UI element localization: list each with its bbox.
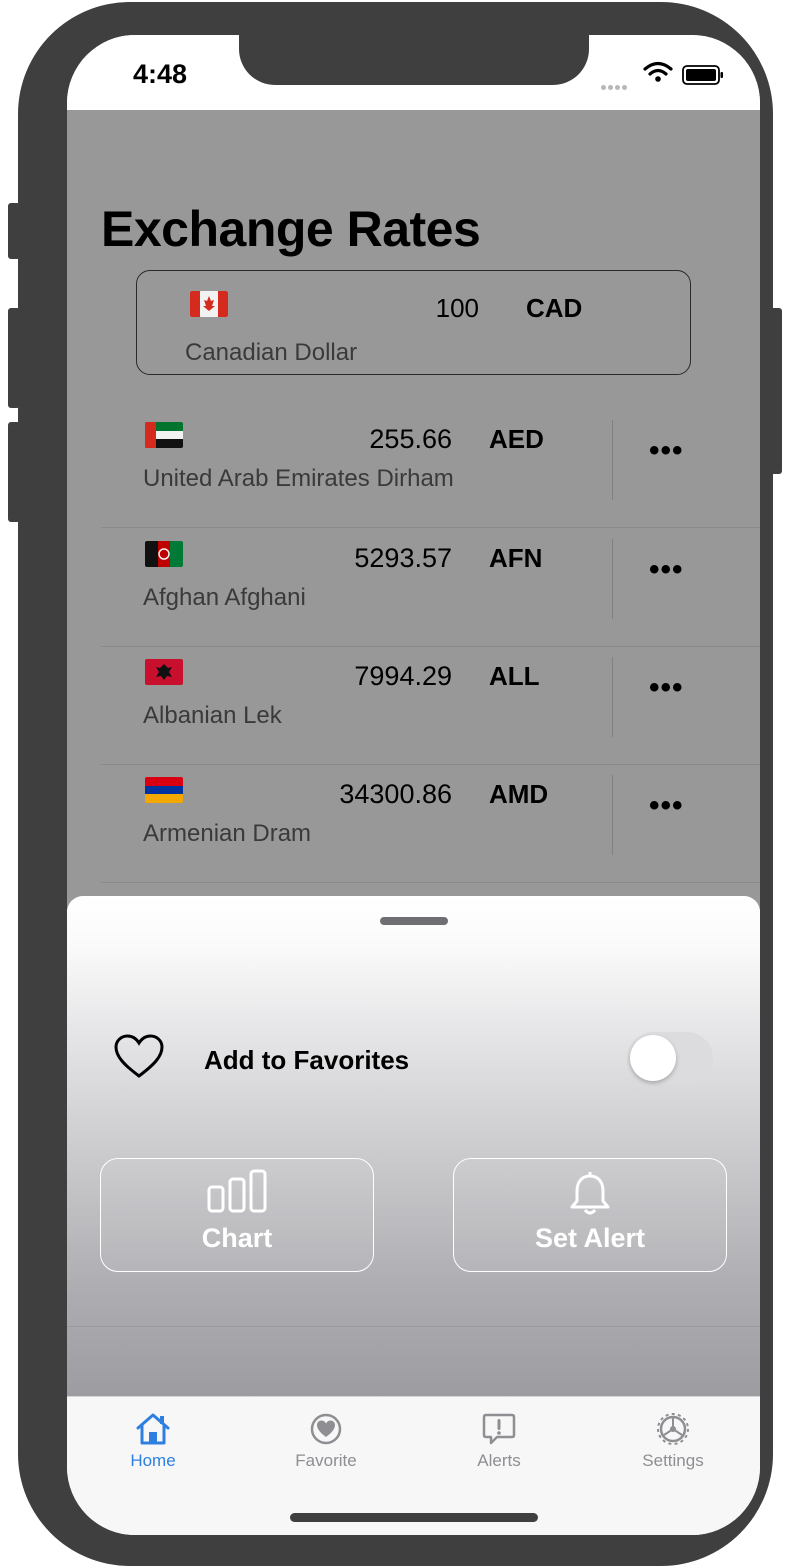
device-frame: Exchange Rates 100 CAD Canadian Dollar 2… — [18, 2, 773, 1566]
page-title: Exchange Rates — [101, 201, 481, 257]
set-alert-button-label: Set Alert — [534, 1223, 646, 1253]
more-options-button[interactable]: ••• — [649, 671, 684, 705]
tab-settings-label: Settings — [642, 1451, 704, 1470]
set-alert-button[interactable]: Set Alert — [453, 1158, 727, 1272]
row-divider — [612, 539, 613, 619]
chart-button[interactable]: Chart — [100, 1158, 374, 1272]
rate-code: AED — [489, 424, 544, 454]
uae-flag-icon — [145, 422, 183, 448]
rate-row-all[interactable]: 7994.29 ALL Albanian Lek ••• — [101, 647, 760, 765]
gear-icon — [613, 1411, 733, 1447]
status-bar: 4:48 — [67, 35, 760, 110]
albania-flag-icon — [145, 659, 183, 685]
wifi-icon — [643, 61, 673, 88]
more-options-button[interactable]: ••• — [649, 789, 684, 823]
bell-icon — [454, 1169, 726, 1222]
favorites-toggle[interactable] — [627, 1032, 713, 1084]
more-options-button[interactable]: ••• — [649, 434, 684, 468]
tab-alerts[interactable]: Alerts — [439, 1411, 559, 1471]
row-divider — [612, 657, 613, 737]
rate-name: Armenian Dram — [143, 820, 312, 847]
afghanistan-flag-icon — [145, 541, 183, 567]
more-options-button[interactable]: ••• — [649, 553, 684, 587]
rate-amount: 34300.86 — [339, 779, 452, 809]
chart-button-label: Chart — [201, 1223, 273, 1253]
rate-name: United Arab Emirates Dirham — [143, 465, 454, 492]
currency-options-sheet: Add to Favorites Chart Set Alert — [67, 896, 760, 1396]
favorites-label: Add to Favorites — [204, 1045, 410, 1075]
armenia-flag-icon — [145, 777, 183, 803]
base-currency-card[interactable]: 100 CAD Canadian Dollar — [136, 270, 691, 375]
toggle-knob — [630, 1035, 676, 1081]
base-currency-name: Canadian Dollar — [185, 339, 358, 366]
tab-alerts-label: Alerts — [477, 1451, 521, 1470]
rate-name: Afghan Afghani — [143, 584, 306, 611]
house-icon — [93, 1411, 213, 1447]
rate-name: Albanian Lek — [143, 702, 282, 729]
rate-amount: 255.66 — [369, 424, 452, 454]
sheet-grabber[interactable] — [380, 917, 448, 925]
home-indicator[interactable] — [290, 1513, 538, 1522]
tab-home[interactable]: Home — [93, 1411, 213, 1471]
notch — [239, 35, 589, 85]
rate-amount: 5293.57 — [354, 543, 452, 573]
sheet-separator — [67, 1326, 760, 1327]
tab-settings[interactable]: Settings — [613, 1411, 733, 1471]
rate-row-afn[interactable]: 5293.57 AFN Afghan Afghani ••• — [101, 529, 760, 647]
tab-home-label: Home — [130, 1451, 176, 1470]
status-time: 4:48 — [133, 59, 188, 89]
tab-favorite[interactable]: Favorite — [266, 1411, 386, 1471]
rate-row-aed[interactable]: 255.66 AED United Arab Emirates Dirham •… — [101, 410, 760, 528]
cellular-signal-icon — [601, 77, 629, 95]
heart-circle-icon — [266, 1411, 386, 1447]
battery-icon — [682, 65, 724, 85]
screen: Exchange Rates 100 CAD Canadian Dollar 2… — [67, 35, 760, 1535]
rate-row-amd[interactable]: 34300.86 AMD Armenian Dram ••• — [101, 765, 760, 883]
tab-favorite-label: Favorite — [295, 1451, 357, 1470]
rate-code: AMD — [489, 779, 549, 809]
exchange-rates-screen: Exchange Rates 100 CAD Canadian Dollar 2… — [67, 110, 760, 910]
row-divider — [612, 775, 613, 855]
canada-flag-icon — [190, 291, 228, 317]
bar-chart-icon — [101, 1169, 373, 1218]
exclamation-bubble-icon — [439, 1411, 559, 1447]
base-currency-code: CAD — [526, 293, 583, 323]
rate-code: ALL — [489, 661, 540, 691]
heart-icon — [113, 1034, 165, 1085]
base-amount[interactable]: 100 — [367, 293, 479, 324]
row-divider — [612, 420, 613, 500]
rate-code: AFN — [489, 543, 543, 573]
rate-amount: 7994.29 — [354, 661, 452, 691]
